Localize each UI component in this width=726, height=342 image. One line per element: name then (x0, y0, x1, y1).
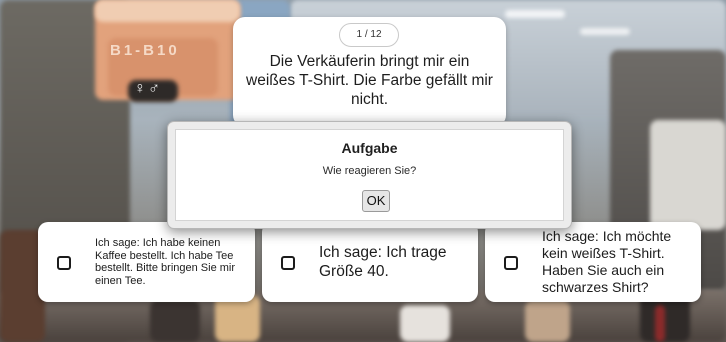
task-dialog: Aufgabe Wie reagieren Sie? OK (167, 121, 572, 229)
answer-option-1[interactable]: Ich sage: Ich habe keinen Kaffee bestell… (38, 222, 255, 302)
answer-option-3[interactable]: Ich sage: Ich möchte kein weißes T-Shirt… (485, 222, 701, 302)
shop-window (650, 120, 726, 230)
gate-sign-text: B1-B10 (110, 42, 180, 59)
checkbox[interactable] (281, 256, 295, 270)
answer-option-text: Ich sage: Ich trage Größe 40. (319, 244, 447, 280)
dialog-title: Aufgabe (341, 140, 398, 156)
answer-option-text: Ich sage: Ich möchte kein weißes T-Shirt… (542, 228, 672, 295)
ceiling-light (580, 28, 630, 35)
task-dialog-body: Aufgabe Wie reagieren Sie? OK (175, 129, 564, 221)
ceiling-light (505, 10, 565, 18)
orange-wall-top (95, 0, 240, 22)
person-tie (655, 305, 665, 342)
person-silhouette (400, 305, 450, 342)
checkbox[interactable] (57, 256, 71, 270)
answer-option-2[interactable]: Ich sage: Ich trage Größe 40. (262, 222, 478, 302)
question-counter: 1 / 12 (339, 23, 399, 47)
dialog-question: Wie reagieren Sie? (322, 165, 417, 177)
ok-button[interactable]: OK (362, 190, 390, 212)
person-silhouette (525, 300, 570, 342)
person-silhouette (150, 300, 200, 342)
person-silhouette (215, 295, 260, 342)
statement-text: Die Verkäuferin bringt mir ein weißes T-… (246, 53, 493, 108)
statement-card: 1 / 12 Die Verkäuferin bringt mir ein we… (233, 17, 506, 127)
checkbox[interactable] (504, 256, 518, 270)
answer-option-text: Ich sage: Ich habe keinen Kaffee bestell… (95, 237, 236, 287)
restroom-icon: ♀♂ (134, 80, 162, 97)
